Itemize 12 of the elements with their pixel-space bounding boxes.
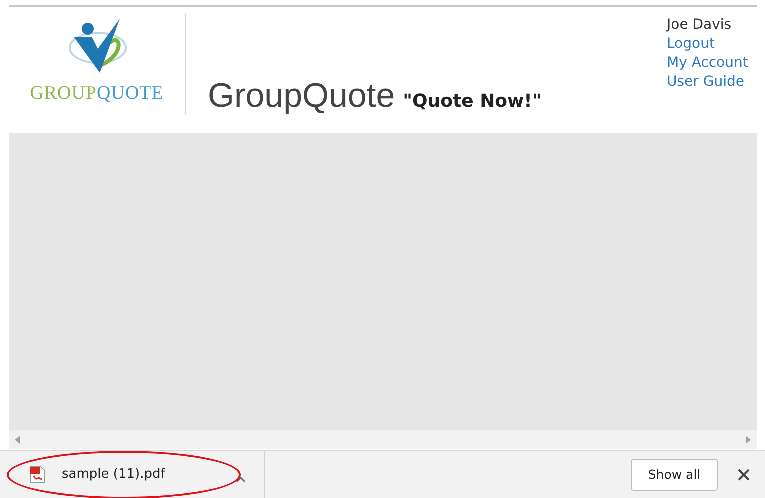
logo-text: GROUPQUOTE bbox=[30, 83, 164, 105]
user-name: Joe Davis bbox=[667, 16, 733, 35]
nav-link[interactable]: User Guide bbox=[667, 73, 757, 92]
close-icon[interactable] bbox=[738, 468, 750, 480]
show-all-button[interactable]: Show all bbox=[631, 458, 718, 490]
tagline: "Quote Now!" bbox=[403, 93, 542, 113]
site-title: GroupQuote bbox=[208, 79, 396, 113]
pdf-file-icon[interactable] bbox=[29, 466, 47, 484]
nav-link[interactable]: My Account bbox=[667, 54, 757, 73]
caret-icon[interactable] bbox=[236, 476, 246, 482]
file-name[interactable]: sample (11).pdf bbox=[62, 467, 166, 482]
nav-link[interactable]: Logout bbox=[667, 35, 757, 54]
